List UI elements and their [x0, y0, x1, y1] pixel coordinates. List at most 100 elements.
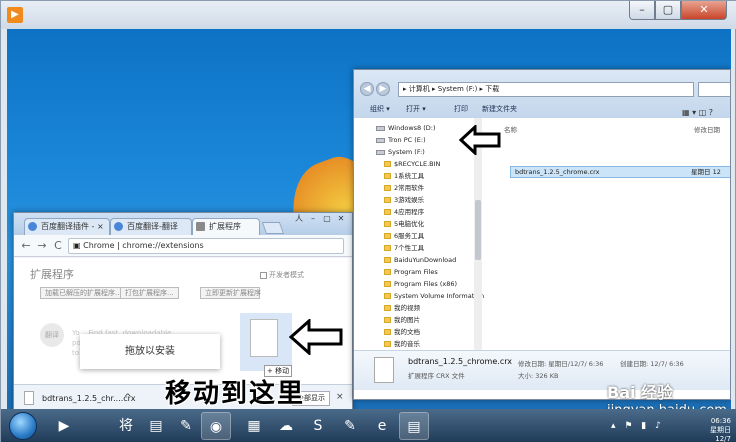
download-filename[interactable]: bdtrans_1.2.5_chr....crx	[42, 394, 135, 403]
sidebar-item-folder[interactable]: System Volume Information	[354, 290, 484, 302]
scrollbar-thumb[interactable]	[475, 200, 481, 260]
omnibox-url: chrome://extensions	[122, 241, 204, 250]
address-bar[interactable]: ▣ Chrome | chrome://extensions	[68, 238, 344, 254]
update-extensions-button[interactable]: 立即更新扩展程序	[200, 287, 261, 299]
tab-label: 百度翻译-翻译	[127, 222, 178, 231]
file-icon	[374, 357, 394, 383]
play-icon[interactable]: ▶	[7, 7, 23, 23]
close-button[interactable]: ✕	[681, 1, 727, 20]
sidebar-item-label: 我的视频	[394, 304, 420, 312]
new-tab-button[interactable]	[261, 222, 285, 234]
drop-to-install-overlay[interactable]: 拖放以安装	[80, 334, 220, 369]
drive-icon	[376, 125, 385, 131]
maximize-button[interactable]: ▢	[655, 1, 681, 20]
file-icon	[250, 319, 278, 357]
file-date: 星期日 12	[691, 168, 721, 176]
arrow-left-icon	[459, 125, 501, 155]
explorer-taskbar-icon[interactable]: ▤	[399, 412, 429, 440]
sidebar-item-drive[interactable]: Windows8 (D:)	[354, 122, 474, 134]
notepad-taskbar-icon[interactable]: ▦	[239, 412, 269, 440]
sidebar-item-label: 2常用软件	[394, 184, 425, 192]
chrome-taskbar-icon[interactable]: ◉	[201, 412, 231, 440]
file-row[interactable]: bdtrans_1.2.5_chrome.crx 星期日 12	[510, 166, 730, 178]
reload-icon[interactable]: C	[52, 239, 64, 253]
sidebar-item-label: 5电脑优化	[394, 220, 425, 228]
sidebar-item-folder[interactable]: 我的音乐	[354, 338, 474, 350]
tab-extensions[interactable]: 扩展程序	[192, 218, 260, 235]
cloud-taskbar-icon[interactable]: ☁	[271, 412, 301, 440]
organize-button[interactable]: 组织 ▾	[370, 101, 390, 118]
forward-arrow-icon[interactable]: →	[36, 239, 48, 253]
player-window: ▶ – ▢ ✕ 百度翻译插件 - × 百度翻译-翻译 扩展程序 人 – ▢ ✕ …	[0, 0, 736, 442]
page-info-icon: ▣	[73, 241, 84, 250]
sidebar-item-label: $RECYCLE.BIN	[394, 160, 441, 168]
tool-taskbar-icon[interactable]: ✎	[335, 412, 365, 440]
breadcrumb[interactable]: ▸ 计算机 ▸ System (F:) ▸ 下载	[398, 82, 694, 97]
minimize-button[interactable]: –	[306, 214, 320, 223]
page-title: 扩展程序	[30, 268, 74, 281]
sidebar-item-folder[interactable]: 我的图片	[354, 314, 474, 326]
maximize-button[interactable]: ▢	[320, 214, 334, 223]
tab-baidu-translate-plugin[interactable]: 百度翻译插件 - ×	[24, 218, 110, 235]
new-folder-button[interactable]: 新建文件夹	[482, 101, 517, 118]
print-button[interactable]: 打印	[454, 101, 468, 118]
checkbox[interactable]	[260, 271, 267, 279]
developer-mode-label: 开发者模式	[269, 271, 304, 279]
load-unpacked-button[interactable]: 加载已解压的扩展程序...	[40, 287, 127, 299]
back-arrow-icon[interactable]: ◀	[360, 82, 374, 96]
file-name: bdtrans_1.2.5_chrome.crx	[515, 168, 600, 176]
pack-extension-button[interactable]: 打包扩展程序...	[120, 287, 179, 299]
outer-title-bar[interactable]: ▶ – ▢ ✕	[1, 1, 736, 29]
sidebar-item-folder[interactable]: 5电脑优化	[354, 218, 474, 230]
close-icon[interactable]: ×	[336, 392, 344, 402]
start-button[interactable]	[9, 412, 37, 440]
folder-taskbar-icon[interactable]: ▤	[141, 412, 171, 440]
sidebar-item-folder[interactable]: 1系统工具	[354, 170, 474, 182]
ie-taskbar-icon[interactable]: e	[367, 412, 397, 440]
sidebar-item-folder[interactable]: 6服务工具	[354, 230, 474, 242]
open-button[interactable]: 打开 ▾	[406, 101, 426, 118]
sidebar-item-folder[interactable]: BaiduYunDownload	[354, 254, 474, 266]
sidebar-item-folder[interactable]: Program Files	[354, 266, 474, 278]
page-icon	[114, 222, 123, 231]
user-icon[interactable]: 人	[292, 213, 306, 224]
tray-icons[interactable]: ▴ ⚑ ▮ ♪	[611, 421, 664, 431]
sidebar-item-folder[interactable]: 7个性工具	[354, 242, 474, 254]
skype-taskbar-icon[interactable]: S	[303, 412, 333, 440]
sidebar-item-label: Program Files (x86)	[394, 280, 458, 288]
search-input[interactable]	[698, 82, 730, 97]
omnibox-chip: Chrome	[83, 241, 115, 250]
forward-arrow-icon[interactable]: ▶	[376, 82, 390, 96]
developer-mode-toggle[interactable]: 开发者模式	[260, 270, 304, 280]
sidebar-item-drive[interactable]: System (F:)	[354, 146, 474, 158]
sidebar-item-folder[interactable]: Program Files (x86)	[354, 278, 474, 290]
clock[interactable]: 06:36 星期日 12/7	[693, 417, 731, 442]
sidebar-item-folder[interactable]: 4应用程序	[354, 206, 474, 218]
paint-taskbar-icon[interactable]: ✎	[171, 412, 201, 440]
close-button[interactable]: ✕	[334, 214, 348, 223]
sidebar-item-folder[interactable]: 3游戏娱乐	[354, 194, 474, 206]
folder-icon	[384, 329, 391, 335]
sidebar-item-folder[interactable]: 我的文档	[354, 326, 474, 338]
extension-logo: 翻译	[40, 323, 64, 347]
app-red-taskbar-icon[interactable]: 将	[111, 412, 141, 440]
sidebar-item-label: System (F:)	[388, 148, 425, 156]
dragged-file-ghost: + 移动	[240, 313, 293, 377]
sidebar-item-folder[interactable]: 我的视频	[354, 302, 474, 314]
desktop: 百度翻译插件 - × 百度翻译-翻译 扩展程序 人 – ▢ ✕ ← → C ▣ …	[7, 29, 731, 409]
sidebar-item-label: 6服务工具	[394, 232, 425, 240]
sidebar-item-folder[interactable]: $RECYCLE.BIN	[354, 158, 474, 170]
tab-baidu-translate[interactable]: 百度翻译-翻译	[110, 218, 192, 235]
chevron-up-icon[interactable]: ^	[124, 393, 132, 403]
folder-icon	[384, 161, 391, 167]
sidebar-item-folder[interactable]: 2常用软件	[354, 182, 474, 194]
column-header-date[interactable]: 修改日期	[694, 124, 720, 134]
taskbar: ▶ 将 ▤ ✎ ◉ ▦ ☁ S ✎ e ▤ ▴ ⚑ ▮ ♪ 06:36 星期日 12/7	[1, 409, 736, 442]
minimize-button[interactable]: –	[629, 1, 655, 20]
sidebar-item-drive[interactable]: Tron PC (E:)	[354, 134, 474, 146]
clock-date: 星期日 12/7	[710, 426, 731, 442]
column-header-name[interactable]: 名称	[504, 124, 517, 134]
media-player-taskbar-icon[interactable]: ▶	[49, 412, 79, 440]
folder-icon	[384, 317, 391, 323]
back-arrow-icon[interactable]: ←	[20, 239, 32, 253]
